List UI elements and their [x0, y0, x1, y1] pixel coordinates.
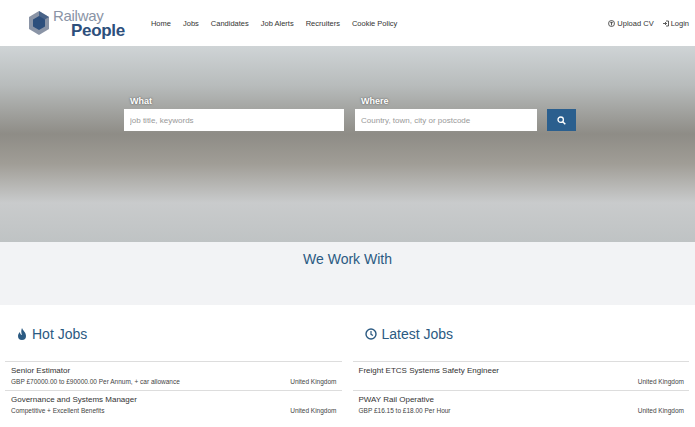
search-form: What Where [124, 96, 576, 131]
latest-jobs-column: Latest Jobs Freight ETCS Systems Safety E… [353, 325, 690, 419]
job-list: Freight ETCS Systems Safety Engineer Unit… [353, 361, 690, 419]
upload-label: Upload CV [617, 19, 653, 28]
job-list: Senior Estimator GBP £70000.00 to £90000.… [5, 361, 342, 419]
job-title[interactable]: Senior Estimator [11, 366, 337, 375]
upload-icon [608, 20, 615, 27]
job-row[interactable]: Senior Estimator GBP £70000.00 to £90000.… [5, 361, 342, 390]
partners-title: We Work With [303, 251, 392, 305]
fire-icon [17, 328, 27, 341]
what-input[interactable] [124, 109, 344, 131]
job-meta: GBP £70000.00 to £90000.00 Per Annum, + … [11, 378, 337, 386]
nav-link[interactable]: Candidates [211, 17, 249, 30]
section-title: Hot Jobs [32, 326, 87, 342]
main-nav: Home Jobs Candidates Job Alerts Recruiters Co… [151, 17, 397, 30]
job-title[interactable]: Freight ETCS Systems Safety Engineer [359, 366, 685, 375]
job-salary: GBP £16.15 to £18.00 Per Hour [359, 407, 451, 415]
magnifier-icon [557, 116, 566, 125]
nav-link[interactable]: Recruiters [306, 17, 340, 30]
job-location: United Kingdom [638, 378, 684, 386]
job-row[interactable]: Freight ETCS Systems Safety Engineer Unit… [353, 361, 690, 390]
job-columns: Hot Jobs Senior Estimator GBP £70000.00 to… [0, 305, 695, 419]
where-field: Where [355, 96, 537, 131]
what-field: What [124, 96, 344, 131]
job-row[interactable]: PWAY Rail Operative GBP £16.15 to £18.00 … [353, 390, 690, 419]
nav-link[interactable]: Jobs [183, 17, 199, 30]
logo[interactable]: RailwayPeople [28, 8, 125, 39]
job-location: United Kingdom [638, 407, 684, 415]
what-label: What [130, 96, 344, 106]
nav-link[interactable]: Job Alerts [261, 17, 294, 30]
where-input[interactable] [355, 109, 537, 131]
logo-word: Railway [53, 8, 125, 23]
job-row[interactable]: Governance and Systems Manager Competitiv… [5, 390, 342, 419]
job-location: United Kingdom [290, 407, 336, 415]
job-salary: Competitive + Excellent Benefits [11, 407, 104, 415]
hot-jobs-column: Hot Jobs Senior Estimator GBP £70000.00 to… [5, 325, 342, 419]
job-location: United Kingdom [290, 378, 336, 386]
section-title: Latest Jobs [382, 326, 454, 342]
job-meta: Competitive + Excellent Benefits United K… [11, 407, 337, 415]
partners-section: We Work With [0, 242, 695, 305]
hero-photo: What Where [0, 46, 695, 242]
site-header: RailwayPeople Home Jobs Candidates Job Alert… [0, 0, 695, 46]
login-link[interactable]: Login [662, 19, 689, 28]
search-button[interactable] [547, 109, 576, 131]
nav-link[interactable]: Cookie Policy [352, 17, 397, 30]
logo-text: RailwayPeople [53, 8, 125, 39]
account-links: Upload CV Login [608, 19, 689, 28]
upload-cv-link[interactable]: Upload CV [608, 19, 653, 28]
section-heading: Latest Jobs [365, 325, 690, 343]
hexagon-logo-icon [28, 10, 50, 36]
job-title[interactable]: PWAY Rail Operative [359, 395, 685, 404]
where-label: Where [361, 96, 537, 106]
job-salary: GBP £70000.00 to £90000.00 Per Annum, + … [11, 378, 180, 386]
login-label: Login [671, 19, 689, 28]
job-title[interactable]: Governance and Systems Manager [11, 395, 337, 404]
job-meta: United Kingdom [359, 378, 685, 386]
login-icon [662, 20, 669, 27]
logo-word: People [71, 22, 125, 39]
clock-icon [365, 328, 377, 340]
job-meta: GBP £16.15 to £18.00 Per Hour United King… [359, 407, 685, 415]
nav-link[interactable]: Home [151, 17, 171, 30]
section-heading: Hot Jobs [17, 325, 342, 343]
